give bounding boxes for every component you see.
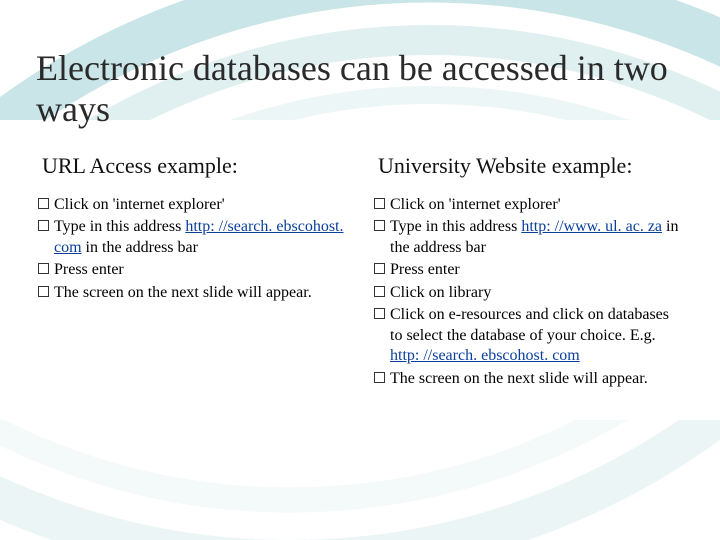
list-item: The screen on the next slide will appear… xyxy=(38,283,348,303)
right-list: Click on 'internet explorer' Type in this… xyxy=(372,195,684,389)
list-item-text: Click on library xyxy=(390,283,684,303)
bullet-square-icon xyxy=(374,220,385,231)
left-heading: URL Access example: xyxy=(42,153,348,179)
list-item-text: Press enter xyxy=(54,260,348,280)
list-item: Press enter xyxy=(38,260,348,280)
slide-title: Electronic databases can be accessed in … xyxy=(36,48,684,131)
list-item: Click on 'internet explorer' xyxy=(38,195,348,215)
list-item: Click on library xyxy=(374,283,684,303)
list-item-pre: The screen on the next slide will appear… xyxy=(390,370,648,387)
list-item-pre: Click on 'internet explorer' xyxy=(390,196,561,213)
list-item-text: The screen on the next slide will appear… xyxy=(54,283,348,303)
list-item: The screen on the next slide will appear… xyxy=(374,369,684,389)
list-item: Type in this address http: //search. ebs… xyxy=(38,217,348,258)
left-column: URL Access example: Click on 'internet e… xyxy=(36,153,348,391)
bullet-square-icon xyxy=(374,308,385,319)
list-item-text: Type in this address http: //www. ul. ac… xyxy=(390,217,684,258)
list-item-text: Click on 'internet explorer' xyxy=(390,195,684,215)
list-item-text: Click on e-resources and click on databa… xyxy=(390,305,684,366)
bullet-square-icon xyxy=(38,263,49,274)
left-list: Click on 'internet explorer' Type in this… xyxy=(36,195,348,303)
bullet-square-icon xyxy=(374,286,385,297)
columns: URL Access example: Click on 'internet e… xyxy=(36,153,684,391)
list-item-link[interactable]: http: //www. ul. ac. za xyxy=(521,218,662,235)
list-item-pre: Type in this address xyxy=(54,218,185,235)
list-item: Press enter xyxy=(374,260,684,280)
right-column: University Website example: Click on 'in… xyxy=(372,153,684,391)
list-item-pre: The screen on the next slide will appear… xyxy=(54,284,312,301)
list-item-text: The screen on the next slide will appear… xyxy=(390,369,684,389)
bullet-square-icon xyxy=(374,372,385,383)
bullet-square-icon xyxy=(374,198,385,209)
list-item-pre: Click on 'internet explorer' xyxy=(54,196,225,213)
list-item-text: Press enter xyxy=(390,260,684,280)
list-item-post: in the address bar xyxy=(82,239,198,256)
list-item: Click on 'internet explorer' xyxy=(374,195,684,215)
list-item-pre: Click on library xyxy=(390,284,491,301)
bullet-square-icon xyxy=(38,286,49,297)
bullet-square-icon xyxy=(374,263,385,274)
list-item-text: Click on 'internet explorer' xyxy=(54,195,348,215)
list-item: Click on e-resources and click on databa… xyxy=(374,305,684,366)
list-item: Type in this address http: //www. ul. ac… xyxy=(374,217,684,258)
right-heading: University Website example: xyxy=(378,153,684,179)
list-item-pre: Type in this address xyxy=(390,218,521,235)
list-item-pre: Press enter xyxy=(390,261,460,278)
bullet-square-icon xyxy=(38,198,49,209)
list-item-pre: Click on e-resources and click on databa… xyxy=(390,306,669,343)
list-item-link[interactable]: http: //search. ebscohost. com xyxy=(390,347,580,364)
bullet-square-icon xyxy=(38,220,49,231)
list-item-text: Type in this address http: //search. ebs… xyxy=(54,217,348,258)
list-item-pre: Press enter xyxy=(54,261,124,278)
